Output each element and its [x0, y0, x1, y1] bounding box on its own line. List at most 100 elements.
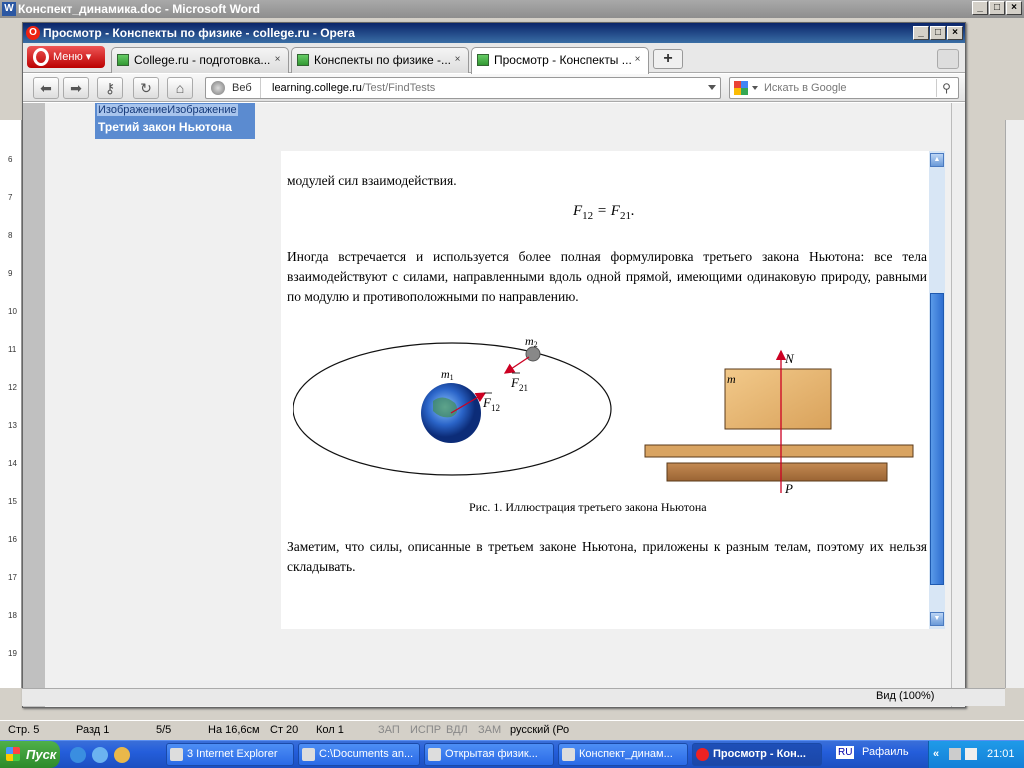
- scroll-down-icon[interactable]: ▼: [930, 612, 944, 626]
- taskbar-item-label: 3 Internet Explorer: [187, 748, 278, 760]
- word-icon: [562, 748, 575, 761]
- tab-label: College.ru - подготовка...: [134, 53, 271, 67]
- trash-icon[interactable]: [937, 49, 959, 69]
- breadcrumb-image-link[interactable]: ИзображениеИзображение: [97, 104, 238, 116]
- newton-third-law-figure: m1 m2 F12 F21 m N P: [293, 334, 914, 493]
- quick-launch: [64, 741, 164, 768]
- word-minimize-button[interactable]: _: [972, 1, 988, 15]
- close-tab-icon[interactable]: ×: [631, 54, 644, 67]
- status-ext[interactable]: ВДЛ: [446, 721, 468, 739]
- label-m1: m1: [441, 367, 454, 382]
- word-vertical-scrollbar[interactable]: [1005, 120, 1024, 688]
- navigation-bar: ⬅ ➡ ⚷ ↻ ⌂ Веб learning.college.ru/Test/F…: [23, 74, 965, 102]
- ruler-number: 19: [8, 649, 17, 658]
- scroll-up-icon[interactable]: ▲: [930, 153, 944, 167]
- explorer-icon[interactable]: [114, 747, 130, 763]
- back-button[interactable]: ⬅: [33, 77, 59, 99]
- taskbar-item-word[interactable]: Конспект_динам...: [558, 743, 688, 766]
- page-scrollbar[interactable]: [951, 103, 965, 707]
- tab-prosmotr[interactable]: Просмотр - Конспекты ... ×: [471, 47, 649, 74]
- google-icon[interactable]: [734, 81, 748, 95]
- word-title-bar: W Конспект_динамика.doc - Microsoft Word…: [0, 0, 1024, 18]
- tab-college[interactable]: College.ru - подготовка... ×: [111, 47, 289, 73]
- clock: 21:01: [987, 748, 1015, 760]
- close-tab-icon[interactable]: ×: [451, 54, 464, 67]
- taskbar-item-ie[interactable]: 3 Internet Explorer: [166, 743, 294, 766]
- ruler-number: 12: [8, 383, 17, 392]
- tray-expand-icon[interactable]: «: [933, 741, 939, 768]
- taskbar-item-label: Просмотр - Кон...: [713, 748, 806, 760]
- breadcrumb-title[interactable]: Третий закон Ньютона: [98, 120, 232, 134]
- globe-icon: [211, 81, 225, 95]
- taskbar-item-documents[interactable]: C:\Documents an...: [298, 743, 420, 766]
- ruler-number: 13: [8, 421, 17, 430]
- label-n: N: [784, 351, 795, 366]
- chevron-down-icon[interactable]: [708, 85, 716, 90]
- label-m: m: [727, 372, 736, 386]
- search-field[interactable]: Искать в Google ⚲: [729, 77, 959, 99]
- search-input[interactable]: Искать в Google: [764, 78, 847, 98]
- chevron-down-icon[interactable]: [752, 86, 758, 90]
- address-path: /Test/FindTests: [361, 82, 436, 94]
- opera-menu-button[interactable]: Меню ▾: [27, 46, 105, 68]
- status-trk[interactable]: ИСПР: [410, 721, 441, 739]
- forward-button[interactable]: ➡: [63, 77, 89, 99]
- close-tab-icon[interactable]: ×: [271, 54, 284, 67]
- zoom-label[interactable]: Вид (100%): [876, 690, 934, 702]
- figure-caption: Рис. 1. Иллюстрация третьего закона Ньют…: [469, 500, 707, 514]
- start-button[interactable]: Пуск: [0, 741, 60, 768]
- new-tab-button[interactable]: +: [653, 49, 683, 69]
- network-icon[interactable]: [949, 748, 961, 760]
- tab-label: Конспекты по физике -...: [314, 53, 451, 67]
- opera-minimize-button[interactable]: _: [913, 26, 929, 40]
- tab-konspekty[interactable]: Конспекты по физике -... ×: [291, 47, 469, 73]
- taskbar-item-physics[interactable]: Открытая физик...: [424, 743, 554, 766]
- ie-icon: [170, 748, 183, 761]
- opera-title: Просмотр - Конспекты по физике - college…: [43, 26, 355, 40]
- word-vertical-ruler: 6 7 8 9 10 11 12 13 14 15 16 17 18 19: [0, 120, 22, 688]
- ruler-number: 7: [8, 193, 13, 202]
- paragraph: Заметим, что силы, описанные в третьем з…: [287, 539, 927, 574]
- wooden-block: [724, 368, 832, 430]
- home-button[interactable]: ⌂: [167, 77, 193, 99]
- opera-maximize-button[interactable]: □: [930, 26, 946, 40]
- taskbar-item-label: Открытая физик...: [445, 748, 538, 760]
- formula-rhs: F: [610, 203, 620, 219]
- label-f21: F21: [510, 375, 528, 393]
- reload-button[interactable]: ↻: [133, 77, 159, 99]
- word-close-button[interactable]: ×: [1006, 1, 1022, 15]
- word-maximize-button[interactable]: □: [989, 1, 1005, 15]
- address-url[interactable]: learning.college.ru/Test/FindTests: [272, 78, 435, 98]
- ruler-number: 15: [8, 497, 17, 506]
- volume-icon[interactable]: [965, 748, 977, 760]
- status-line: Ст 20: [270, 724, 299, 736]
- taskbar-item-label: C:\Documents an...: [319, 748, 414, 760]
- language-indicator[interactable]: RU: [836, 746, 855, 759]
- word-app-icon: W: [2, 2, 16, 16]
- tab-bar: Меню ▾ College.ru - подготовка... × Конс…: [23, 43, 965, 74]
- media-player-icon[interactable]: [70, 747, 86, 763]
- paragraph: Иногда встречается и используется более …: [287, 249, 927, 304]
- status-rec[interactable]: ЗАП: [378, 721, 400, 739]
- status-ovr[interactable]: ЗАМ: [478, 721, 501, 739]
- status-lang[interactable]: русский (Ро: [510, 721, 569, 739]
- search-icon[interactable]: ⚲: [936, 79, 956, 97]
- word-horizontal-scrollbar[interactable]: [22, 688, 1005, 706]
- taskbar-item-opera[interactable]: Просмотр - Кон...: [692, 743, 822, 766]
- ie-icon[interactable]: [92, 747, 108, 763]
- address-mode[interactable]: Веб: [232, 78, 261, 98]
- opera-close-button[interactable]: ×: [947, 26, 963, 40]
- college-favicon-icon: [117, 54, 129, 66]
- key-icon[interactable]: ⚷: [97, 77, 123, 99]
- label-p: P: [784, 481, 793, 493]
- ruler-number: 9: [8, 269, 13, 278]
- menu-label: Меню: [53, 51, 83, 63]
- address-bar[interactable]: Веб learning.college.ru/Test/FindTests: [205, 77, 721, 99]
- windows-flag-icon: [6, 747, 20, 761]
- breadcrumb-image-label: Изображение: [98, 104, 168, 116]
- breadcrumb-image-label: Изображение: [167, 104, 237, 116]
- document-scrollbar[interactable]: ▲ ▼: [929, 151, 945, 629]
- scroll-thumb[interactable]: [930, 293, 944, 585]
- opera-o-icon: [33, 48, 49, 66]
- system-tray: « 21:01: [928, 741, 1024, 768]
